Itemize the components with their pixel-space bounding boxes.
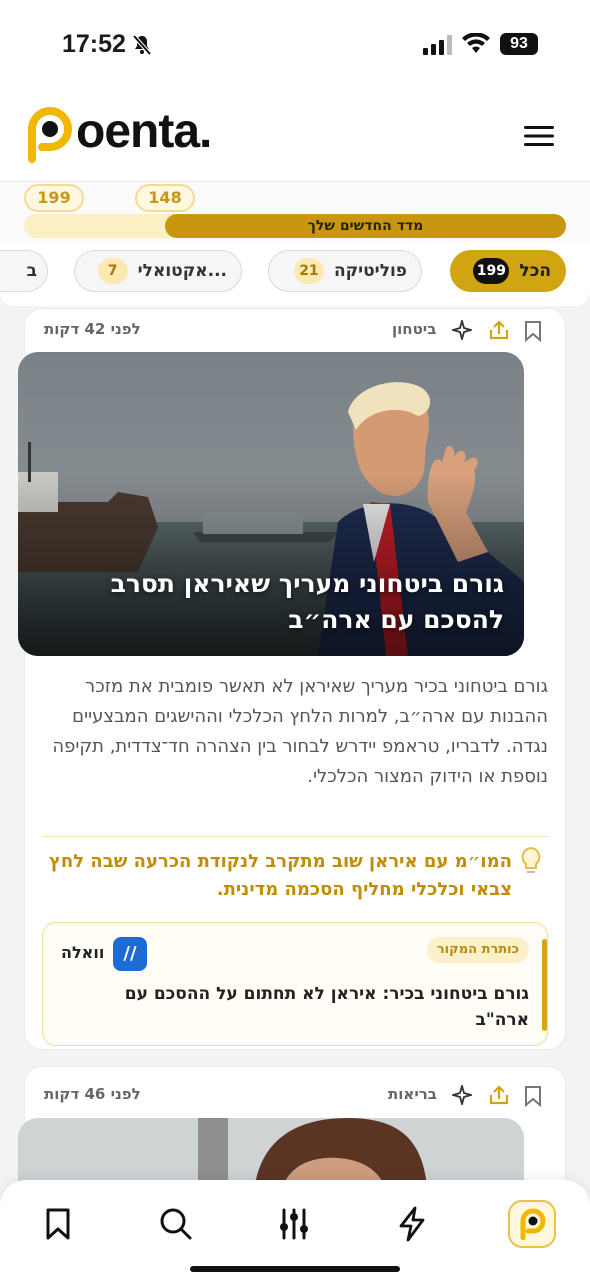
source-headline-box[interactable]: כותרת המקור // וואלה גורם ביטחוני בכיר: …: [42, 922, 548, 1046]
nav-search[interactable]: [154, 1202, 198, 1246]
sliders-icon: [280, 1208, 308, 1240]
bookmark-icon[interactable]: [524, 1085, 542, 1107]
menu-icon[interactable]: [524, 124, 554, 148]
bookmark-icon: [46, 1208, 70, 1240]
share-icon[interactable]: [488, 319, 510, 341]
source-name: וואלה: [61, 943, 105, 962]
poenta-logo-icon[interactable]: [24, 107, 72, 163]
source-accent-stripe: [542, 939, 547, 1031]
tab-politics[interactable]: פוליטיקה 21: [268, 250, 422, 292]
bulb-icon: [521, 847, 541, 873]
tab-count: 7: [97, 258, 128, 284]
source-tag: כותרת המקור: [426, 937, 529, 963]
tab-count: 21: [293, 258, 324, 284]
bookmark-icon[interactable]: [524, 320, 542, 342]
tab-current-affairs[interactable]: אקטואלי... 7: [74, 250, 242, 292]
share-icon[interactable]: [488, 1084, 510, 1106]
tab-all[interactable]: הכל 199: [450, 250, 566, 292]
tab-label: ב: [26, 261, 37, 281]
article-category: ביטחון: [392, 320, 437, 338]
sparkle-icon[interactable]: [452, 1085, 472, 1105]
tab-count: 199: [473, 258, 510, 284]
source-title: גורם ביטחוני בכיר: איראן לא תחתום על ההס…: [124, 984, 529, 1030]
app-header: oenta.: [0, 90, 590, 182]
tab-label: פוליטיקה: [333, 261, 407, 281]
nav-flash[interactable]: [390, 1202, 434, 1246]
article-time: לפני 46 דקות: [44, 1085, 141, 1103]
poenta-logo-icon: [520, 1208, 546, 1240]
meter-bar[interactable]: מדד החדשים שלך: [165, 214, 566, 238]
tab-label: אקטואלי...: [137, 261, 227, 281]
tab-label: הכל: [519, 261, 551, 281]
meter-left-value: 199: [24, 184, 84, 212]
category-tabs: הכל 199 פוליטיקה 21 אקטואלי... 7 ב: [0, 244, 590, 306]
brand-logo-text: oenta.: [76, 105, 212, 158]
search-icon: [160, 1208, 192, 1240]
nav-filters[interactable]: [272, 1202, 316, 1246]
article-time: לפני 42 דקות: [44, 320, 141, 338]
article-hero-image[interactable]: גורם ביטחוני מעריך שאיראן תסרב להסכם עם …: [18, 352, 524, 656]
bolt-icon: [399, 1206, 425, 1242]
tab-partial[interactable]: ב: [0, 250, 48, 292]
bottom-navigation: [0, 1180, 590, 1280]
article-category: בריאות: [388, 1085, 437, 1103]
divider: [42, 836, 548, 837]
nav-bookmarks[interactable]: [36, 1202, 80, 1246]
article-summary: גורם ביטחוני בכיר מעריך שאיראן לא תאשר פ…: [52, 676, 548, 787]
meter-right-value: 148: [135, 184, 195, 212]
battery-indicator: 93: [500, 33, 538, 55]
nav-home[interactable]: [508, 1200, 556, 1248]
home-indicator: [190, 1266, 400, 1272]
sparkle-icon[interactable]: [452, 320, 472, 340]
status-time: 17:52: [62, 30, 126, 58]
article-insight: המו״מ עם איראן שוב מתקרב לנקודת הכרעה שב…: [48, 851, 512, 900]
status-bar: 17:52 93: [0, 0, 590, 90]
signal-icon: [423, 35, 452, 55]
bell-off-icon: [132, 34, 152, 56]
wifi-icon: [462, 33, 490, 53]
article-image-title: גורם ביטחוני מעריך שאיראן תסרב להסכם עם …: [110, 569, 504, 634]
walla-logo-icon: //: [113, 937, 147, 971]
